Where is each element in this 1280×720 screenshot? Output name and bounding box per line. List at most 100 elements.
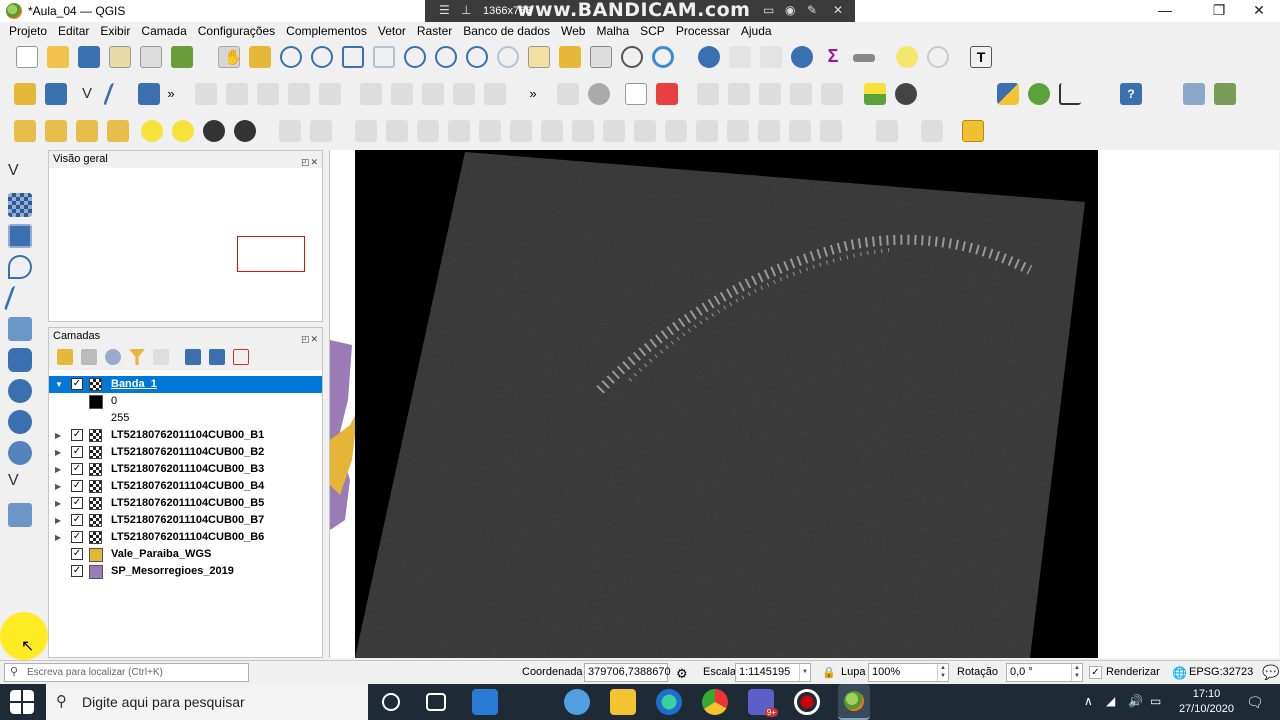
data-source-manager-icon[interactable] bbox=[14, 83, 36, 105]
menu-camada[interactable]: Camada bbox=[141, 24, 186, 38]
advanced-digitizing-icon-8[interactable] bbox=[510, 120, 532, 142]
select-by-expression-icon[interactable] bbox=[962, 120, 984, 142]
copy-features-icon[interactable] bbox=[453, 83, 475, 105]
scp-dock-icon[interactable] bbox=[895, 83, 917, 105]
layer-row-b5[interactable]: ▶ ✓ LT52180762011104CUB00_B5 bbox=[49, 495, 322, 512]
add-postgis-icon[interactable] bbox=[8, 348, 32, 372]
chevron-down-icon[interactable]: ▼ bbox=[799, 664, 810, 681]
minimize-recorder-icon[interactable]: ▭ bbox=[763, 3, 774, 17]
layer-checkbox[interactable]: ✓ bbox=[71, 548, 83, 560]
layer-row-vale-paraiba[interactable]: ✓ Vale_Paraiba_WGS bbox=[49, 546, 322, 563]
notifications-icon[interactable]: 🗨 bbox=[1246, 694, 1264, 711]
windows-start-icon[interactable] bbox=[10, 690, 34, 714]
open-attribute-table-icon[interactable] bbox=[729, 46, 751, 68]
menu-malha[interactable]: Malha bbox=[596, 24, 629, 38]
add-mesh-side-icon[interactable] bbox=[8, 224, 32, 248]
layer-row-b6[interactable]: ▶ ✓ LT52180762011104CUB00_B6 bbox=[49, 529, 322, 546]
change-label-icon[interactable] bbox=[821, 83, 843, 105]
advanced-digitizing-icon-18[interactable] bbox=[820, 120, 842, 142]
layer-row-b4[interactable]: ▶ ✓ LT52180762011104CUB00_B4 bbox=[49, 478, 322, 495]
modify-attributes-icon[interactable] bbox=[360, 83, 382, 105]
rotate-label-icon[interactable] bbox=[790, 83, 812, 105]
layer-checkbox[interactable]: ✓ bbox=[71, 480, 83, 492]
qgis-plugin-icon[interactable] bbox=[1214, 83, 1236, 105]
new-map-view-icon[interactable] bbox=[528, 46, 550, 68]
show-bookmarks-icon[interactable] bbox=[590, 46, 612, 68]
spin-arrows-icon[interactable]: ▲ ▼ bbox=[1071, 664, 1082, 681]
cut-features-icon[interactable] bbox=[422, 83, 444, 105]
add-spatialite-icon[interactable] bbox=[8, 317, 32, 341]
layer-row-b2[interactable]: ▶ ✓ LT52180762011104CUB00_B2 bbox=[49, 444, 322, 461]
digitize-icon-1[interactable] bbox=[14, 120, 36, 142]
globe-app-icon[interactable] bbox=[564, 689, 590, 715]
cortana-icon[interactable] bbox=[382, 693, 400, 711]
zoom-to-selection-icon[interactable] bbox=[373, 46, 395, 68]
menu-exibir[interactable]: Exibir bbox=[100, 24, 130, 38]
identify-features-icon[interactable] bbox=[698, 46, 720, 68]
menu-vetor[interactable]: Vetor bbox=[378, 24, 406, 38]
add-wfs-side-icon[interactable] bbox=[8, 441, 32, 465]
advanced-digitizing-icon-12[interactable] bbox=[634, 120, 656, 142]
advanced-digitizing-icon-17[interactable] bbox=[789, 120, 811, 142]
add-polygon-2-icon[interactable] bbox=[234, 120, 256, 142]
advanced-digitizing-icon-6[interactable] bbox=[448, 120, 470, 142]
close-button[interactable]: ✕ bbox=[1236, 0, 1280, 22]
layer-checkbox[interactable]: ✓ bbox=[71, 446, 83, 458]
menu-ajuda[interactable]: Ajuda bbox=[741, 24, 772, 38]
digitize-icon-3[interactable] bbox=[76, 120, 98, 142]
render-checkbox[interactable]: ✓ bbox=[1089, 666, 1102, 679]
overview-panel-buttons[interactable]: ◰✕ bbox=[301, 154, 319, 171]
layer-checkbox[interactable]: ✓ bbox=[71, 378, 83, 390]
more-tools-icon[interactable]: » bbox=[160, 83, 182, 105]
map-canvas[interactable] bbox=[329, 150, 1279, 658]
layout-manager-icon[interactable] bbox=[140, 46, 162, 68]
add-point-2-icon[interactable] bbox=[172, 120, 194, 142]
open-layer-styling-icon[interactable] bbox=[57, 349, 73, 365]
taskbar-clock[interactable]: 17:10 27/10/2020 bbox=[1179, 687, 1234, 717]
coordinate-field[interactable]: 379706,7388670 bbox=[584, 663, 671, 682]
open-project-icon[interactable] bbox=[47, 46, 69, 68]
add-wms-layer-icon[interactable] bbox=[102, 83, 134, 105]
chrome-browser-icon[interactable] bbox=[702, 689, 728, 715]
layer-row-b1[interactable]: ▶ ✓ LT52180762011104CUB00_B1 bbox=[49, 427, 322, 444]
zoom-to-layer-icon[interactable] bbox=[404, 46, 426, 68]
menu-processar[interactable]: Processar bbox=[676, 24, 730, 38]
show-hide-labels-icon[interactable] bbox=[728, 83, 750, 105]
layer-checkbox[interactable]: ✓ bbox=[71, 463, 83, 475]
expand-all-icon[interactable] bbox=[185, 349, 201, 365]
highlight-pinned-labels-icon[interactable] bbox=[625, 83, 647, 105]
layer-checkbox[interactable]: ✓ bbox=[71, 429, 83, 441]
menu-banco-de-dados[interactable]: Banco de dados bbox=[463, 24, 550, 38]
label-tool-icon[interactable] bbox=[557, 83, 579, 105]
zoom-full-icon[interactable] bbox=[342, 46, 364, 68]
spin-arrows-icon[interactable]: ▲ ▼ bbox=[937, 664, 948, 681]
network-icon[interactable]: ◢ bbox=[1106, 694, 1115, 708]
rotation-spinbox[interactable]: 0,0 ° ▲ ▼ bbox=[1006, 663, 1083, 682]
teams-icon[interactable]: 9+ bbox=[748, 689, 778, 717]
zoom-native-resolution-icon[interactable] bbox=[435, 46, 457, 68]
file-explorer-icon[interactable] bbox=[610, 689, 636, 715]
add-virtual-layer-icon[interactable]: V bbox=[8, 472, 32, 496]
bandicam-record-icon[interactable] bbox=[794, 689, 820, 715]
add-raster-layer-icon[interactable] bbox=[45, 83, 67, 105]
georeferencer-icon[interactable] bbox=[1183, 83, 1205, 105]
expand-arrow-icon[interactable]: ▶ bbox=[55, 495, 61, 512]
add-vector-layer-icon[interactable]: V bbox=[76, 83, 98, 105]
pan-map-icon[interactable]: ✋ bbox=[218, 46, 243, 68]
layer-row-banda-1[interactable]: ▼ ✓ Banda_1 bbox=[49, 376, 322, 393]
pan-to-selection-icon[interactable] bbox=[249, 46, 271, 68]
advanced-digitizing-icon-14[interactable] bbox=[696, 120, 718, 142]
add-gps-layer-icon[interactable] bbox=[3, 286, 37, 310]
collapse-all-icon[interactable] bbox=[209, 349, 225, 365]
toggle-label-display-icon[interactable] bbox=[656, 83, 678, 105]
expand-arrow-icon[interactable]: ▶ bbox=[55, 478, 61, 495]
pencil-icon[interactable]: ✎ bbox=[807, 3, 817, 17]
pin-icon[interactable]: ⊥ bbox=[461, 3, 471, 17]
add-wfs-layer-icon[interactable] bbox=[138, 83, 160, 105]
menu-projeto[interactable]: Projeto bbox=[9, 24, 47, 38]
filter-by-expression-icon[interactable] bbox=[153, 349, 169, 365]
zoom-last-icon[interactable] bbox=[466, 46, 488, 68]
advanced-digitizing-icon-15[interactable] bbox=[727, 120, 749, 142]
deselect-tool-icon[interactable] bbox=[921, 120, 943, 142]
menu-scp[interactable]: SCP bbox=[640, 24, 665, 38]
